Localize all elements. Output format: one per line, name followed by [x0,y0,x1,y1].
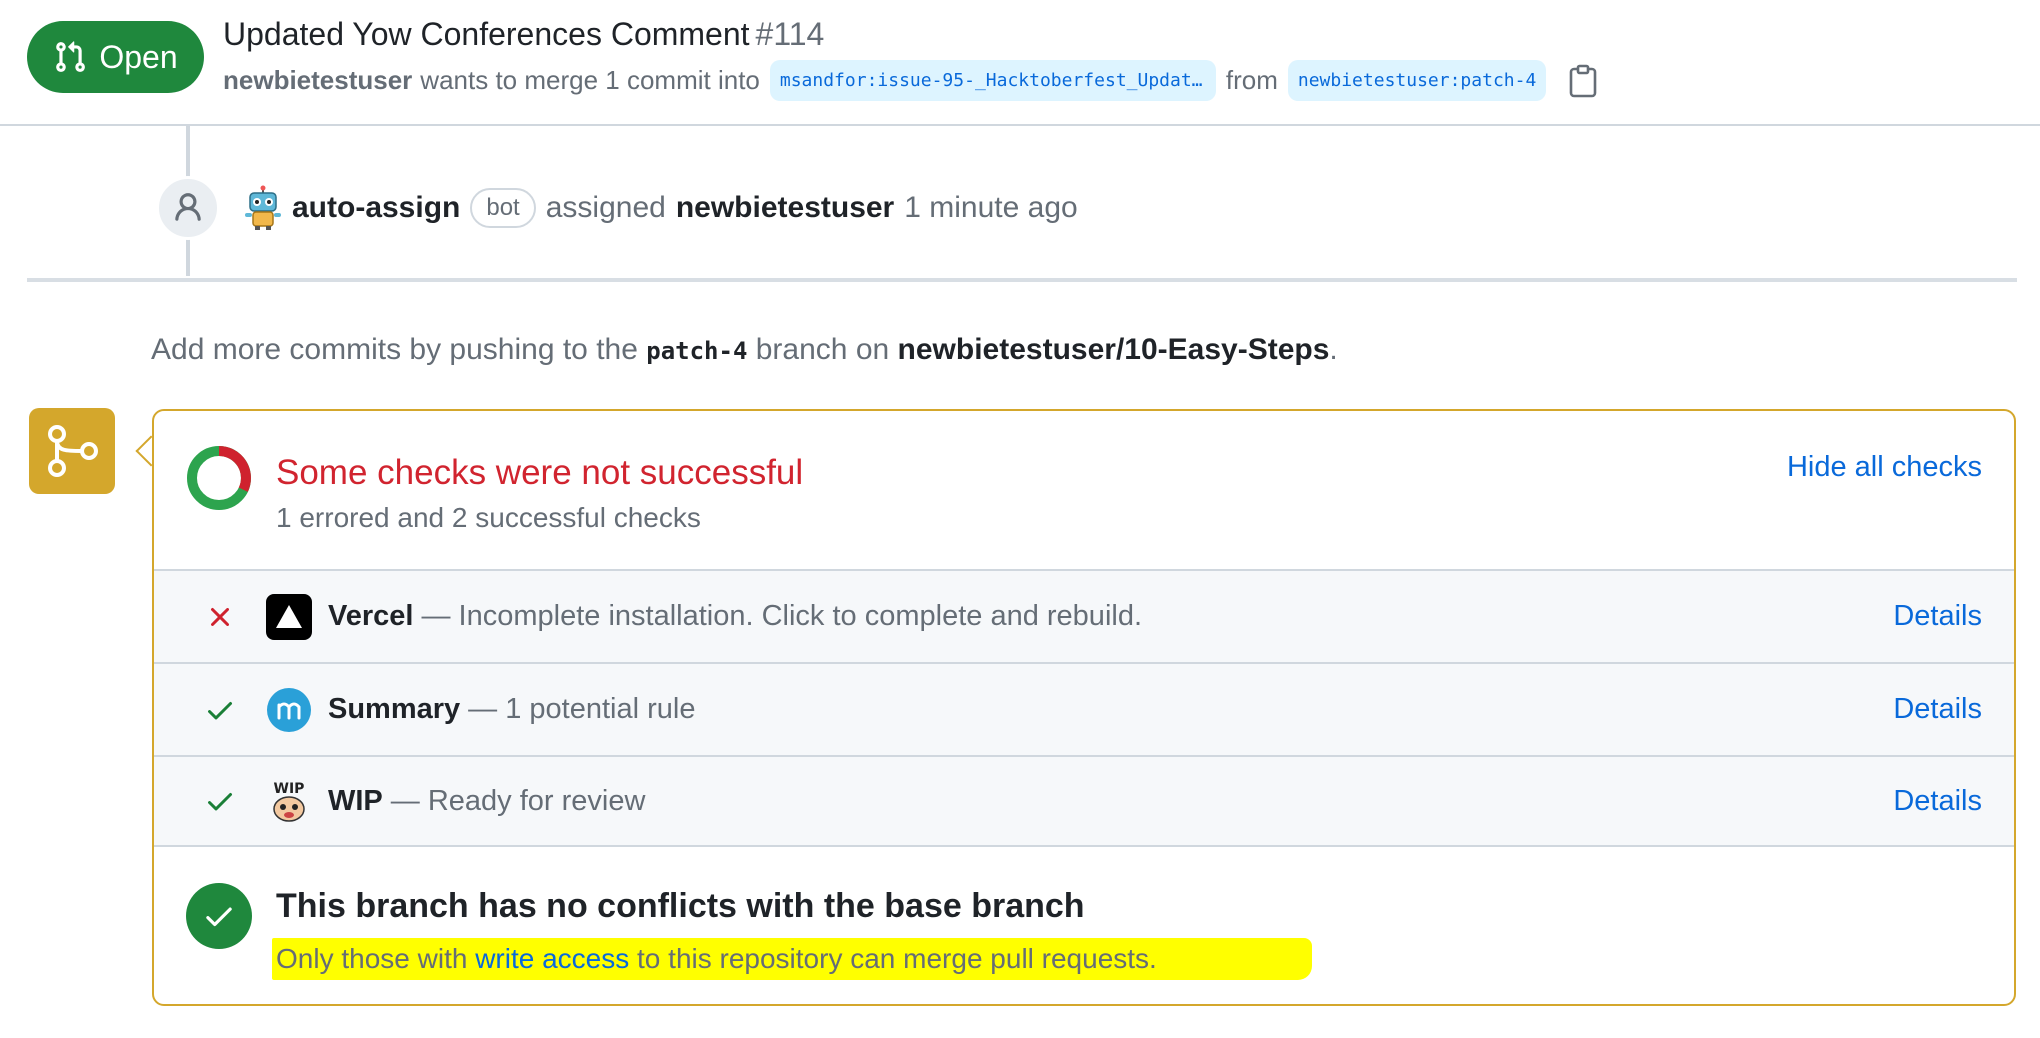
check-details-link[interactable]: Details [1893,693,1982,726]
vercel-icon [266,593,312,640]
actor-link[interactable]: auto-assign [292,191,460,225]
from-text: from [1225,65,1278,95]
timeline-divider [27,278,2017,282]
check-row: Summary — 1 potential rule Details [154,664,2014,757]
head-branch-label[interactable]: newbietestuser:patch-4 [1287,60,1547,101]
merge-box: Some checks were not successful 1 errore… [152,409,2016,1006]
check-description: — 1 potential rule [468,693,696,725]
check-name: WIP [328,784,383,817]
state-badge-open: Open [27,21,204,93]
state-label: Open [99,38,178,75]
x-icon [200,597,240,637]
check-description: — Incomplete installation. Click to comp… [421,600,1143,632]
check-name: Vercel [328,600,414,632]
merge-note-prefix: Only those with [276,943,468,974]
checks-donut-icon [187,446,251,510]
check-name: Summary [328,693,461,725]
merge-note-suffix: to this repository can merge pull reques… [637,943,1157,974]
mergeability-section: This branch has no conflicts with the ba… [154,847,2014,1004]
pr-number: #114 [755,16,825,52]
pr-title: Updated Yow Conferences Comment #114 [223,16,824,53]
pr-title-text: Updated Yow Conferences Comment [223,16,750,52]
git-merge-icon [48,425,98,477]
push-hint-middle: branch on [755,333,890,366]
check-row: Vercel — Incomplete installation. Click … [154,571,2014,664]
pull-request-icon [56,41,86,72]
check-circle-icon [186,883,252,949]
merge-text: wants to merge 1 commit into [420,65,760,95]
check-icon [200,781,240,821]
check-icon [200,690,240,730]
check-details-link[interactable]: Details [1893,600,1982,633]
assign-event: auto-assign bot assigned newbietestuser … [156,176,1078,240]
event-time[interactable]: 1 minute ago [904,191,1077,225]
pr-meta: newbietestuser wants to merge 1 commit i… [223,60,1598,101]
merge-status-title: This branch has no conflicts with the ba… [276,887,1085,925]
push-hint-branch: patch-4 [646,337,748,365]
checks-summary-title: Some checks were not successful [276,453,804,492]
event-text: auto-assign bot assigned newbietestuser … [242,185,1078,231]
mergify-icon [266,687,312,733]
push-hint: Add more commits by pushing to the patch… [151,333,1338,367]
base-branch-label[interactable]: msandfor:issue-95-_Hacktoberfest_Updat… [769,60,1216,101]
push-hint-suffix: . [1329,333,1338,366]
check-description: — Ready for review [390,784,646,817]
author-link[interactable]: newbietestuser [223,65,412,96]
assignee-link[interactable]: newbietestuser [676,191,894,225]
check-details-link[interactable]: Details [1893,785,1982,818]
push-hint-prefix: Add more commits by pushing to the [151,333,638,366]
write-access-link[interactable]: write access [475,943,629,974]
checks-summary-subtitle: 1 errored and 2 successful checks [276,502,701,533]
merge-status-icon-box [29,408,115,494]
hide-all-checks-button[interactable]: Hide all checks [1787,451,1982,484]
merge-permission-note: Only those with write access to this rep… [272,938,1312,980]
event-action: assigned [545,191,666,224]
robot-avatar-icon[interactable] [242,185,284,231]
event-badge [156,176,220,240]
push-hint-repo-link[interactable]: newbietestuser/10-Easy-Steps [898,333,1330,366]
svg-text:WIP: WIP [274,781,305,797]
copy-icon[interactable] [1568,64,1598,98]
person-icon [175,193,201,221]
pr-header: Open Updated Yow Conferences Comment #114… [0,0,2040,126]
check-row: WIP WIP — Ready for review Details [154,757,2014,847]
checks-summary: Some checks were not successful 1 errore… [154,411,2014,571]
bot-label: bot [470,188,536,228]
wip-icon: WIP [266,778,312,824]
